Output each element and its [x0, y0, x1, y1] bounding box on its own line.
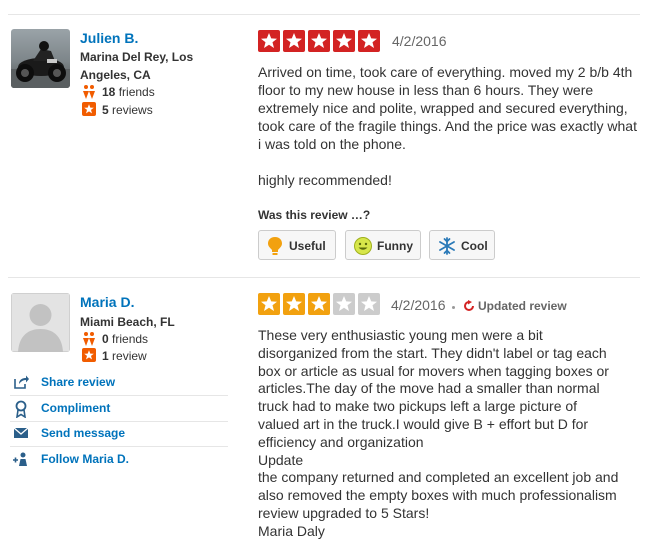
review-line: box or article as usual for movers when … [258, 362, 609, 379]
review-line: disorganized from the start. They didn't… [258, 344, 607, 361]
refresh-icon [463, 300, 475, 315]
review-date: 4/2/2016 [391, 297, 446, 313]
review-card: Julien B. Marina Del Rey, Los Angeles, C… [0, 0, 650, 278]
star-filled-icon [358, 30, 380, 52]
award-ribbon-icon [13, 400, 29, 423]
review-line: articles.The day of the move had a small… [258, 380, 600, 397]
lightbulb-icon [266, 236, 284, 259]
funny-button[interactable]: Funny [345, 230, 421, 260]
smiley-icon [353, 236, 373, 259]
star-empty-icon [358, 293, 380, 315]
follow-user-icon [13, 451, 29, 472]
review-star-icon [82, 102, 96, 119]
follow-user-label: Follow Maria D. [41, 452, 130, 466]
friends-label: friends [112, 332, 149, 346]
reviews-count: 1 [102, 349, 109, 363]
follow-user-link[interactable]: Follow Maria D. [10, 449, 228, 473]
friends-icon [82, 84, 96, 103]
user-name-link[interactable]: Julien B. [80, 30, 138, 46]
review-line: These very enthusiastic young men were a… [258, 327, 543, 343]
useful-button[interactable]: Useful [258, 230, 336, 260]
friends-label: friends [118, 85, 155, 99]
review-line: Maria Daly [258, 522, 325, 539]
star-filled-icon [308, 30, 330, 52]
review-line: also removed the empty boxes with much p… [258, 487, 617, 504]
send-message-link[interactable]: Send message [10, 423, 228, 447]
review-line: review upgraded to 5 Stars! [258, 504, 430, 521]
star-filled-icon [308, 293, 330, 315]
funny-label: Funny [377, 239, 413, 253]
send-message-label: Send message [41, 426, 126, 440]
friends-count: 18 [102, 85, 116, 99]
snowflake-icon [437, 236, 457, 259]
envelope-icon [13, 425, 29, 446]
review-text: Arrived on time, took care of everything… [258, 63, 642, 189]
review-date: 4/2/2016 [392, 33, 447, 49]
star-filled-icon [258, 30, 280, 52]
review-line: valued art in the truck.I would give B +… [258, 415, 589, 432]
useful-label: Useful [289, 239, 326, 253]
share-review-label: Share review [41, 375, 116, 389]
star-empty-icon [333, 293, 355, 315]
review-line: efficiency and organization [258, 433, 424, 450]
cool-label: Cool [461, 239, 488, 253]
reviews-count: 5 [102, 103, 109, 117]
user-name-link[interactable]: Maria D. [80, 294, 134, 310]
user-location: Marina Del Rey, Los Angeles, CA [80, 50, 194, 82]
review-text: These very enthusiastic young men were a… [258, 327, 642, 541]
review-star-icon [82, 348, 96, 365]
star-filled-icon [283, 293, 305, 315]
friends-count: 0 [102, 332, 109, 346]
review-card: Maria D. Miami Beach, FL 0 friends 1 rev… [0, 278, 650, 555]
user-location: Miami Beach, FL [80, 315, 175, 329]
feedback-prompt: Was this review …? [258, 208, 371, 222]
review-line: the company returned and completed an ex… [258, 469, 619, 486]
reviews-label: review [112, 349, 147, 363]
review-line: Update [258, 451, 304, 468]
separator-dot [452, 306, 455, 309]
review-paragraph: highly recommended! [258, 172, 392, 188]
star-filled-icon [333, 30, 355, 52]
user-avatar-motorcycle-photo[interactable] [11, 29, 70, 88]
top-divider [8, 14, 640, 15]
compliment-link[interactable]: Compliment [10, 398, 228, 422]
updated-review-label: Updated review [478, 299, 567, 313]
review-line: truck had to make two pickups left a lar… [258, 398, 578, 415]
share-review-link[interactable]: Share review [10, 372, 228, 396]
star-filled-icon [258, 293, 280, 315]
review-paragraph: Arrived on time, took care of everything… [258, 64, 637, 152]
star-filled-icon [283, 30, 305, 52]
reviews-label: reviews [112, 103, 153, 117]
cool-button[interactable]: Cool [429, 230, 495, 260]
compliment-label: Compliment [41, 401, 111, 415]
user-avatar-default[interactable] [11, 293, 70, 352]
share-icon [13, 374, 29, 395]
